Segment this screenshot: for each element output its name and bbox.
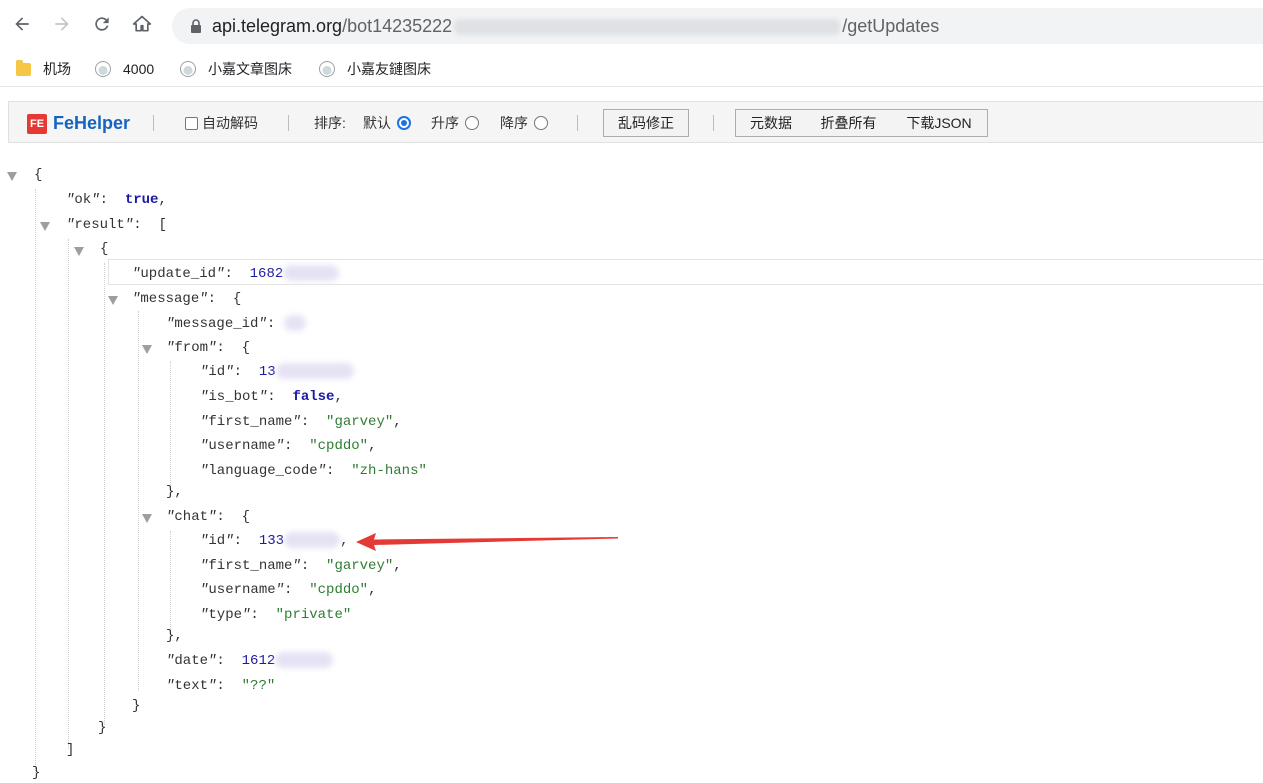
globe-icon [319, 61, 335, 77]
lock-icon [188, 18, 204, 34]
bookmarks-bar: 机场 4000 小嘉文章图床 小嘉友鏈图床 [0, 52, 1263, 87]
json-row-ok: "ok": true, [66, 192, 167, 208]
json-row-chat-first-name: "first_name": "garvey", [200, 558, 402, 574]
browser-toolbar: api.telegram.org/bot14235222/getUpdates [0, 0, 1263, 52]
auto-decode-checkbox[interactable] [185, 116, 198, 130]
indent-guide [68, 239, 69, 749]
json-row-from: "from": { [166, 340, 251, 356]
json-row-result: "result": [ [66, 217, 167, 233]
globe-icon [180, 61, 196, 77]
redaction [283, 265, 340, 282]
json-row-first-name: "first_name": "garvey", [200, 414, 402, 430]
url-host: api.telegram.org [212, 16, 343, 36]
sort-default-label: 默认 [363, 115, 391, 131]
json-brace-close: } [132, 698, 141, 714]
address-bar[interactable]: api.telegram.org/bot14235222/getUpdates [172, 8, 1263, 44]
url-path-end: /getUpdates [842, 16, 940, 36]
home-icon[interactable] [130, 12, 154, 36]
bookmark-article-images[interactable]: 小嘉文章图床 [180, 57, 292, 81]
json-row-message-id: "message_id": [166, 314, 306, 334]
forward-icon[interactable] [50, 12, 74, 36]
json-row-from-id: "id": 13 [200, 362, 354, 382]
sort-desc-label: 降序 [500, 115, 528, 131]
collapse-toggle-icon[interactable] [142, 514, 152, 523]
sort-asc-radio[interactable] [465, 116, 479, 130]
indent-guide [170, 361, 171, 487]
json-brace-open: { [100, 241, 109, 257]
indent-guide [170, 531, 171, 633]
json-row-language-code: "language_code": "zh-hans" [200, 463, 427, 479]
sort-asc-option[interactable]: 升序 [431, 113, 479, 133]
collapse-toggle-icon[interactable] [74, 247, 84, 256]
fehelper-logo-icon: FE [27, 113, 47, 134]
divider [288, 115, 289, 131]
auto-decode-option[interactable]: 自动解码 [185, 113, 258, 133]
json-row-chat-id: "id": 133, [200, 532, 349, 549]
json-row-is-bot: "is_bot": false, [200, 389, 343, 405]
sort-default-option[interactable]: 默认 [363, 113, 411, 133]
bookmark-label: 小嘉文章图床 [208, 61, 292, 77]
json-row-update-id: "update_id": 1682 [132, 264, 340, 284]
json-row-username: "username": "cpddo", [200, 438, 377, 454]
divider [577, 115, 578, 131]
fold-all-button[interactable]: 折叠所有 [806, 109, 892, 137]
json-viewer: { "ok": true, "result": [ { "update_id":… [0, 143, 1263, 781]
divider [713, 115, 714, 131]
sort-label: 排序: [314, 115, 346, 131]
json-row-type: "type": "private" [200, 607, 352, 623]
fehelper-logo-text: FeHelper [53, 113, 131, 133]
redaction [283, 315, 306, 332]
download-json-button[interactable]: 下载JSON [891, 109, 988, 137]
auto-decode-label: 自动解码 [202, 115, 258, 131]
bookmark-label: 机场 [43, 61, 71, 77]
url-text: api.telegram.org/bot14235222/getUpdates [212, 16, 939, 37]
json-brace-close: } [32, 765, 41, 781]
url-redaction [454, 19, 841, 36]
fehelper-toolbar: FE FeHelper 自动解码 排序: 默认 升序 降序 乱码修正 元数据 折… [8, 101, 1263, 143]
bookmark-label: 小嘉友鏈图床 [347, 61, 431, 77]
json-brace-close: } [98, 720, 107, 736]
bookmark-friend-link-images[interactable]: 小嘉友鏈图床 [319, 57, 431, 81]
bookmark-4000[interactable]: 4000 [95, 57, 154, 81]
json-brace-open: { [34, 167, 43, 183]
bookmark-label: 4000 [123, 61, 155, 77]
json-brace-close: }, [166, 484, 183, 500]
json-row-text: "text": "??" [166, 678, 276, 694]
collapse-toggle-icon[interactable] [142, 345, 152, 354]
url-path-start: /bot14235222 [342, 16, 453, 36]
annotation-arrow-icon [356, 533, 618, 551]
divider [153, 115, 154, 131]
globe-icon [95, 61, 111, 77]
json-row-chat-username: "username": "cpddo", [200, 582, 377, 598]
json-brace-close: }, [166, 628, 183, 644]
json-row-message: "message": { [132, 291, 242, 307]
sort-asc-label: 升序 [431, 115, 459, 131]
sort-desc-option[interactable]: 降序 [500, 113, 548, 133]
fehelper-logo[interactable]: FE FeHelper [27, 113, 130, 134]
json-row-chat: "chat": { [166, 509, 251, 525]
sort-default-radio[interactable] [397, 116, 411, 130]
indent-guide [138, 311, 139, 691]
back-icon[interactable] [10, 12, 34, 36]
indent-guide [104, 263, 105, 727]
collapse-toggle-icon[interactable] [7, 172, 17, 181]
sort-desc-radio[interactable] [534, 116, 548, 130]
reload-icon[interactable] [90, 12, 114, 36]
redaction [275, 652, 334, 669]
metadata-button[interactable]: 元数据 [735, 109, 807, 137]
redaction [284, 532, 341, 549]
folder-icon [16, 59, 31, 76]
bookmark-jichang[interactable]: 机场 [16, 57, 71, 81]
collapse-toggle-icon[interactable] [40, 222, 50, 231]
json-row-date: "date": 1612 [166, 651, 334, 671]
collapse-toggle-icon[interactable] [108, 296, 118, 305]
json-bracket-close: ] [66, 742, 75, 758]
redaction [275, 363, 354, 380]
fix-encoding-button[interactable]: 乱码修正 [603, 109, 689, 137]
indent-guide [35, 189, 36, 773]
